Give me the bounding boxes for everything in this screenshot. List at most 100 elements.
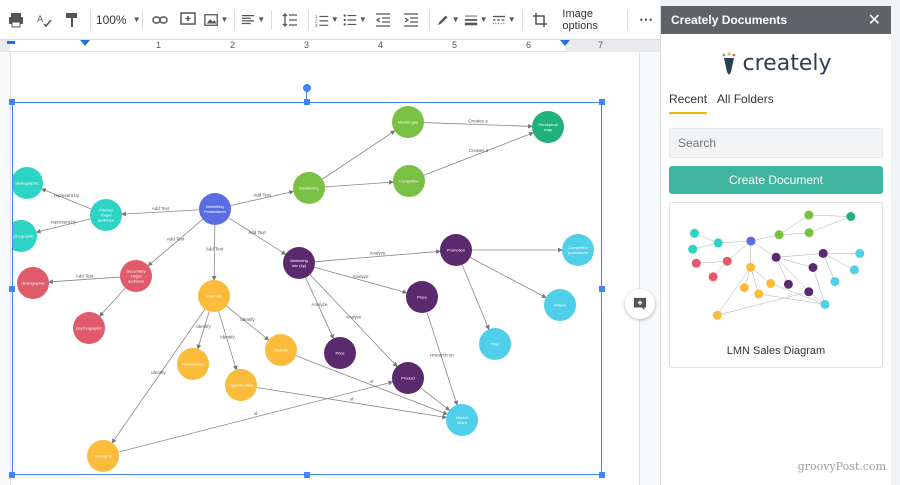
paint-format-icon[interactable] bbox=[60, 6, 84, 34]
watermark: groovyPost.com bbox=[797, 460, 886, 473]
node-label: map bbox=[544, 127, 553, 132]
thumbnail-node bbox=[754, 289, 764, 299]
connector-label: of bbox=[254, 411, 259, 416]
numbered-list-icon[interactable]: 123 ▼ bbox=[315, 6, 339, 34]
zoom-select[interactable]: 100% ▼ bbox=[96, 6, 141, 34]
image-options-button[interactable]: Image options bbox=[556, 6, 621, 34]
toolbar-divider bbox=[271, 9, 273, 30]
diagram-connector bbox=[218, 311, 238, 371]
toolbar-divider bbox=[90, 9, 91, 30]
first-line-indent-marker[interactable] bbox=[7, 41, 15, 44]
thumbnail-connector bbox=[718, 240, 751, 244]
diagram-connector bbox=[99, 287, 126, 317]
thumbnail-node bbox=[771, 252, 781, 262]
node-label: share bbox=[457, 420, 468, 425]
thumbnail-node bbox=[766, 278, 776, 288]
align-icon[interactable]: ▼ bbox=[241, 6, 265, 34]
thumbnail-connector bbox=[822, 253, 836, 282]
resize-handle-right[interactable] bbox=[599, 286, 605, 292]
recent-document-card[interactable]: LMN Sales Diagram bbox=[669, 202, 883, 368]
link-icon[interactable] bbox=[148, 6, 172, 34]
crop-icon[interactable] bbox=[528, 6, 552, 34]
resize-handle-bottom-right[interactable] bbox=[599, 472, 605, 478]
decrease-indent-icon[interactable] bbox=[371, 6, 395, 34]
node-label: Competitor bbox=[399, 179, 419, 184]
node-label: Price bbox=[335, 351, 345, 356]
add-comment-icon[interactable] bbox=[176, 6, 200, 34]
connector-label: Add Text bbox=[248, 230, 266, 235]
thumbnail-connector bbox=[779, 232, 810, 236]
rotation-handle[interactable] bbox=[303, 84, 311, 92]
toolbar-divider bbox=[428, 9, 430, 30]
zoom-value: 100% bbox=[95, 12, 127, 27]
thumbnail-node bbox=[818, 248, 828, 258]
resize-handle-top[interactable] bbox=[304, 99, 310, 105]
right-indent-marker[interactable] bbox=[560, 40, 570, 46]
bulleted-list-icon[interactable]: ▼ bbox=[343, 6, 367, 34]
connector-label: Creates a bbox=[469, 148, 489, 153]
line-spacing-icon[interactable] bbox=[278, 6, 302, 34]
connector-label: Identify bbox=[240, 317, 255, 322]
tab-recent[interactable]: Recent bbox=[669, 92, 708, 114]
node-label: promotions bbox=[568, 250, 588, 255]
thumbnail-node bbox=[808, 263, 818, 272]
spellcheck-icon[interactable]: A bbox=[32, 6, 56, 34]
border-weight-icon[interactable]: ▼ bbox=[464, 6, 488, 34]
resize-handle-bottom-left[interactable] bbox=[9, 472, 15, 478]
node-label: Threats bbox=[274, 348, 288, 353]
diagram-connector bbox=[461, 264, 490, 330]
thumbnail-node bbox=[804, 210, 814, 220]
insert-image-icon[interactable]: ▼ bbox=[204, 6, 228, 34]
thumbnail-connector bbox=[823, 253, 855, 271]
more-options-icon[interactable]: ⋯ bbox=[634, 6, 658, 34]
thumbnail-connector bbox=[696, 260, 728, 264]
pen-border-color-icon[interactable]: ▼ bbox=[436, 6, 460, 34]
increase-indent-icon[interactable] bbox=[399, 6, 423, 34]
thumbnail-node bbox=[722, 256, 732, 266]
diagram-connector bbox=[305, 277, 334, 340]
thumbnail-connector bbox=[776, 253, 824, 258]
border-dash-icon[interactable]: ▼ bbox=[492, 6, 516, 34]
connector-label: Identify bbox=[151, 370, 166, 375]
node-label: demographic bbox=[15, 181, 38, 186]
close-icon[interactable]: ✕ bbox=[868, 10, 881, 30]
thumbnail-node bbox=[804, 228, 814, 238]
resize-handle-top-left[interactable] bbox=[9, 99, 15, 105]
thumbnail-node bbox=[849, 265, 859, 275]
resize-handle-bottom[interactable] bbox=[304, 472, 310, 478]
node-label: psychographic bbox=[76, 326, 102, 331]
create-document-button[interactable]: Create Document bbox=[669, 166, 883, 194]
thumbnail-node bbox=[820, 299, 830, 309]
search-box bbox=[669, 128, 883, 158]
node-label: Weaknesses bbox=[182, 362, 205, 367]
add-comment-button[interactable] bbox=[625, 289, 655, 319]
resize-handle-top-right[interactable] bbox=[599, 99, 605, 105]
left-indent-marker[interactable] bbox=[80, 40, 90, 46]
thumbnail-connector bbox=[776, 257, 814, 268]
ruler-number: 2 bbox=[230, 40, 236, 50]
diagram-connector bbox=[147, 219, 204, 267]
chevron-down-icon: ▼ bbox=[257, 15, 266, 24]
thumbnail-connector bbox=[812, 267, 826, 305]
node-label: Time bbox=[491, 342, 501, 347]
toolbar: A 100% ▼ ▼ ▼ 123 ▼ ▼ ▼ ▼ ▼ Image options… bbox=[0, 0, 660, 40]
print-icon[interactable] bbox=[4, 6, 28, 34]
document-thumbnail bbox=[688, 210, 865, 320]
resize-handle-left[interactable] bbox=[9, 286, 15, 292]
connector-label: Analyze bbox=[352, 274, 369, 279]
connector-label: Add Text bbox=[253, 193, 271, 198]
mind-map-diagram[interactable]: Add Text Add Text Add Text Add Text Add Text… bbox=[12, 102, 602, 475]
connector-label: represent by bbox=[51, 220, 77, 225]
search-input[interactable] bbox=[678, 136, 874, 150]
node-label: Place bbox=[417, 295, 428, 300]
node-label: Postmasters bbox=[204, 209, 226, 214]
diagram-connector bbox=[469, 257, 547, 298]
thumbnail-connector bbox=[727, 240, 752, 262]
thumbnail-node bbox=[830, 277, 840, 287]
diagram-connector bbox=[426, 312, 459, 406]
tab-all-folders[interactable]: All Folders bbox=[717, 92, 774, 114]
thumbnail-node bbox=[690, 228, 699, 238]
connector-label: represent by bbox=[54, 193, 80, 198]
sidebar-header: Creately Documents ✕ bbox=[661, 6, 891, 34]
chevron-down-icon: ▼ bbox=[479, 15, 488, 24]
